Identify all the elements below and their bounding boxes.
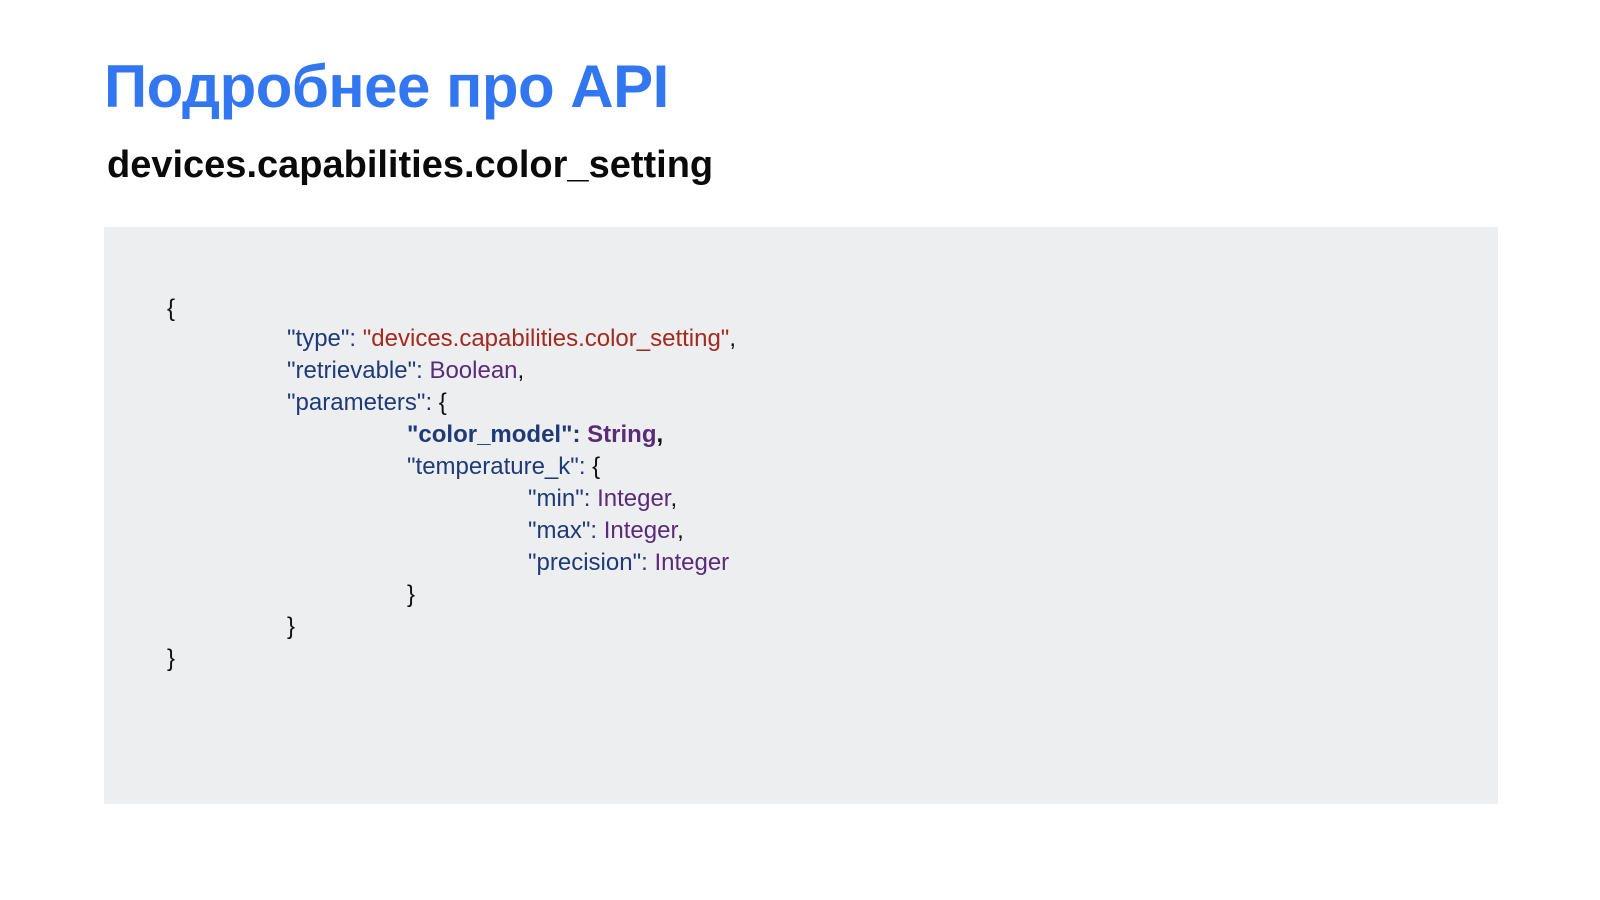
precision-key: "precision": [528, 549, 642, 576]
code-line-close-root: }: [127, 611, 175, 707]
code-line-precision: "precision": Integer: [528, 549, 730, 576]
code-block: { "type": "devices.capabilities.color_se…: [104, 227, 1498, 804]
slide-title: Подробнее про API: [104, 53, 669, 120]
precision-value: Integer: [654, 549, 730, 576]
close-root-brace: }: [167, 645, 176, 672]
code-line-open: {: [127, 261, 175, 357]
open-brace: {: [167, 295, 176, 322]
code-line-close-temperature: }: [367, 547, 415, 643]
slide-subtitle: devices.capabilities.color_setting: [107, 144, 714, 186]
slide: Подробнее про API devices.capabilities.c…: [0, 0, 1600, 900]
code-line-close-parameters: }: [247, 579, 295, 675]
close-parameters-brace: }: [287, 613, 296, 640]
close-temperature-brace: }: [407, 581, 416, 608]
